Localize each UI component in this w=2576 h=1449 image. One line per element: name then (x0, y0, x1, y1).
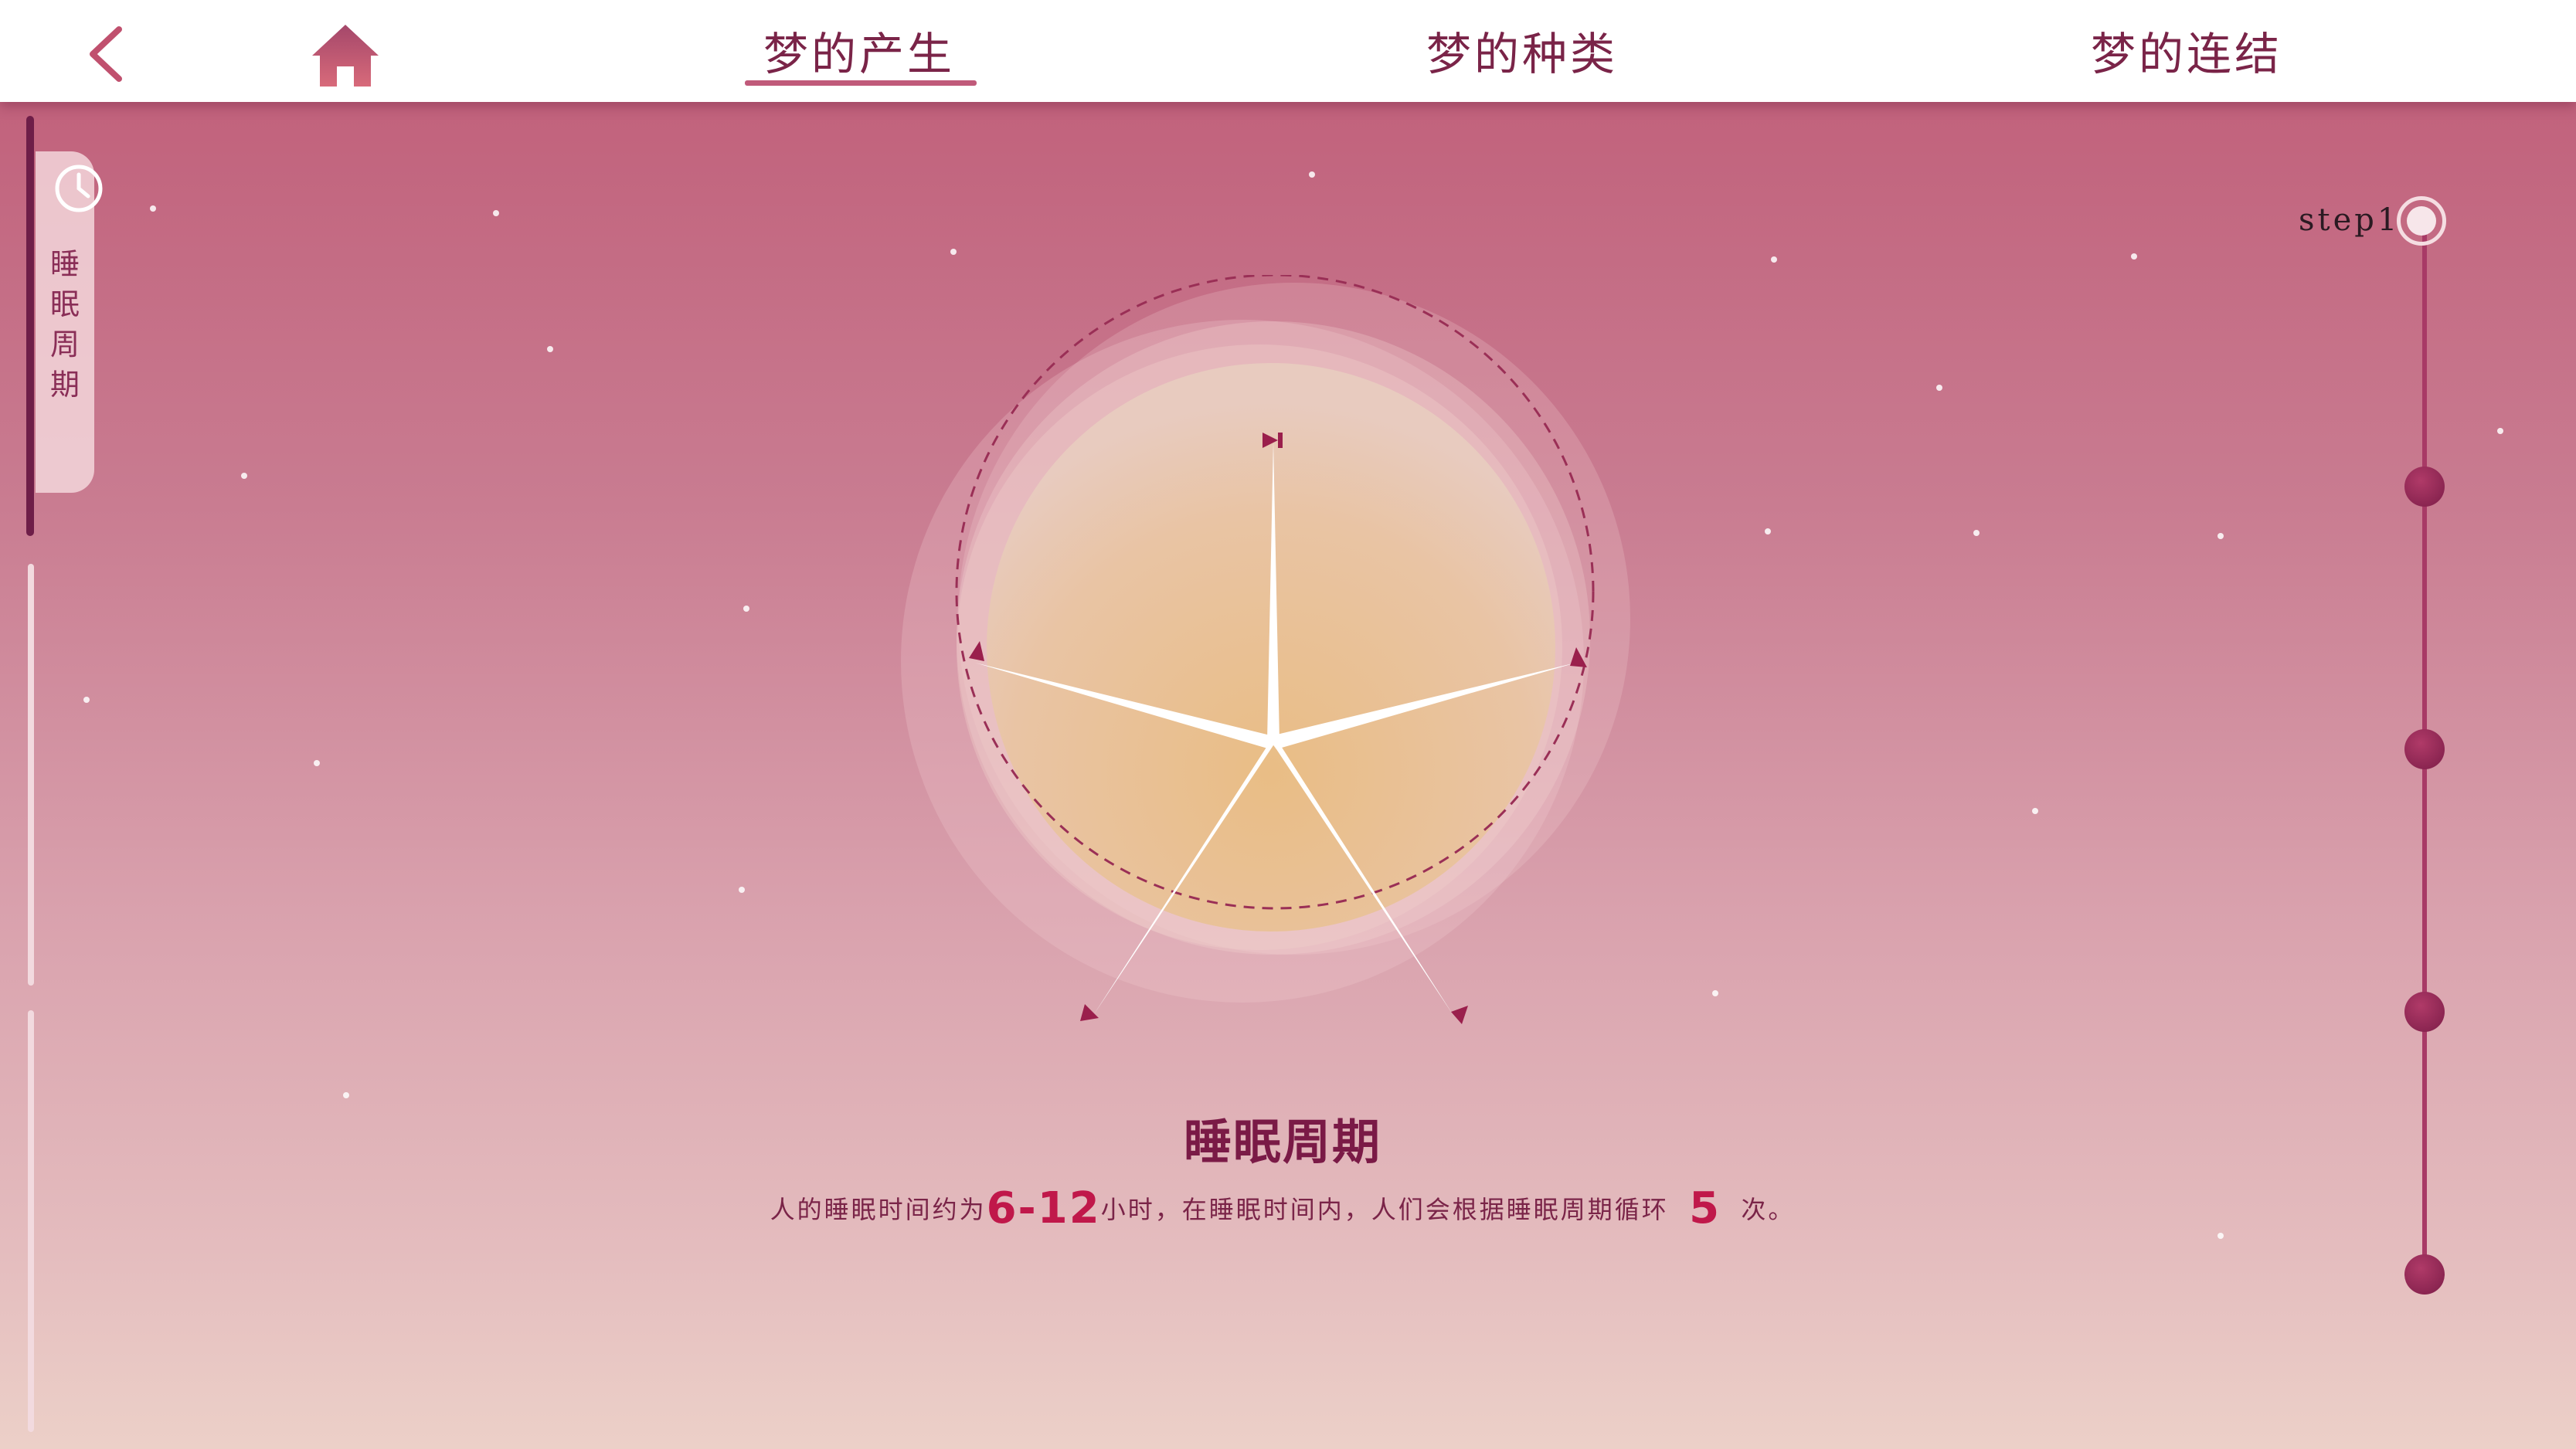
chevron-left-icon (90, 26, 122, 82)
star-decoration (547, 346, 553, 352)
tab-dream-connection[interactable]: 梦的连结 (2071, 23, 2302, 85)
star-decoration (150, 205, 156, 212)
description-text: 次。 (1741, 1195, 1796, 1224)
star-decoration (1765, 528, 1771, 534)
back-button[interactable] (85, 23, 131, 85)
side-nav-active-bar (26, 116, 34, 536)
star-decoration (343, 1092, 349, 1098)
cycles-value: 5 (1689, 1183, 1721, 1234)
star-decoration (1936, 385, 1942, 391)
main-stage: 睡眠周期 睡眠周期 人的睡眠时间约为6-12小时，在睡眠时间内，人们会根据睡眠周… (0, 102, 2576, 1449)
section-title: 睡眠周期 (1183, 1114, 1381, 1170)
star-decoration (493, 210, 499, 216)
tab-dream-types[interactable]: 梦的种类 (1406, 23, 1638, 85)
step-3-dot[interactable] (2404, 729, 2445, 769)
star-decoration (2217, 1233, 2224, 1239)
step-timeline: step1 (2287, 196, 2503, 1438)
star-decoration (1973, 530, 1980, 536)
step-4-dot[interactable] (2404, 992, 2445, 1032)
step-1-indicator (2407, 206, 2436, 236)
side-nav: 睡眠周期 (23, 102, 108, 1449)
step-5-dot[interactable] (2404, 1254, 2445, 1295)
clock-icon (55, 165, 103, 212)
star-decoration (1309, 171, 1315, 178)
star-decoration (2217, 533, 2224, 539)
star-decoration (2032, 808, 2038, 814)
star-decoration (739, 887, 745, 893)
home-icon (312, 25, 379, 87)
hours-value: 6-12 (986, 1183, 1101, 1234)
star-decoration (743, 606, 749, 612)
star-decoration (2131, 253, 2137, 260)
star-decoration (241, 473, 247, 479)
step-2-dot[interactable] (2404, 467, 2445, 507)
section-description: 人的睡眠时间约为6-12小时，在睡眠时间内，人们会根据睡眠周期循环 5 次。 (719, 1183, 1847, 1234)
side-tab-label: 睡眠周期 (49, 247, 80, 402)
side-nav-bar[interactable] (28, 564, 34, 986)
description-text: 小时，在睡眠时间内，人们会根据睡眠周期循环 (1100, 1195, 1669, 1224)
step-label: step1 (2299, 202, 2401, 238)
description-text: 人的睡眠时间约为 (770, 1195, 987, 1224)
star-decoration (950, 249, 957, 255)
step-1-current[interactable] (2397, 196, 2446, 246)
star-decoration (1712, 990, 1718, 996)
tab-dream-origin[interactable]: 梦的产生 (743, 23, 975, 85)
sleep-cycle-diagram (901, 275, 1630, 1024)
top-nav-bar: 梦的产生 梦的种类 梦的连结 (0, 0, 2576, 102)
star-decoration (1771, 256, 1777, 263)
star-decoration (314, 760, 320, 766)
home-button[interactable] (311, 22, 380, 88)
side-nav-bar[interactable] (28, 1010, 34, 1432)
active-tab-indicator (745, 80, 977, 86)
side-tab-sleep-cycle[interactable]: 睡眠周期 (36, 151, 103, 493)
